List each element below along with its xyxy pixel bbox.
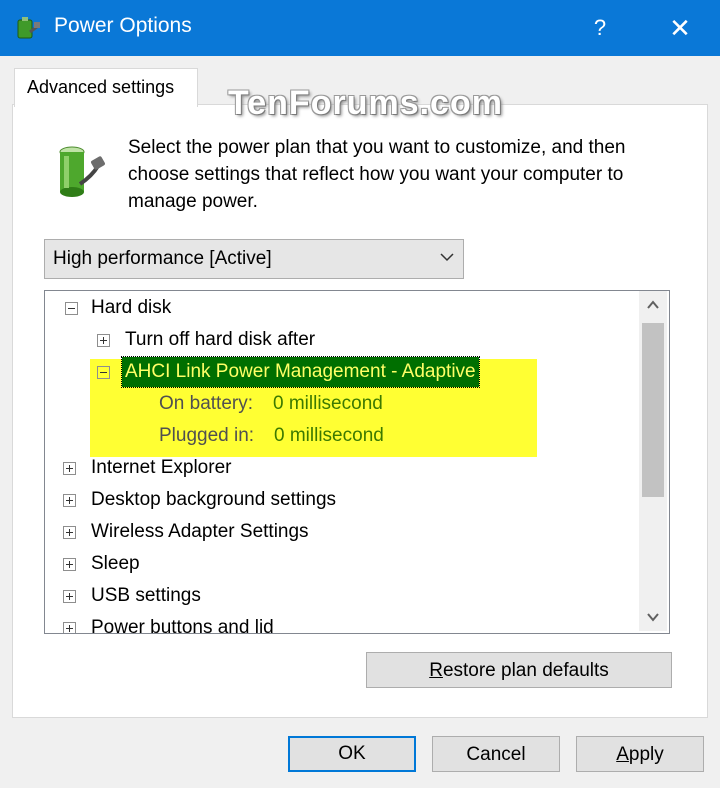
collapse-icon[interactable] <box>97 366 110 379</box>
tree-item-usb-settings[interactable]: USB settings <box>45 581 635 611</box>
restore-plan-defaults-button[interactable]: Restore plan defaults <box>366 652 672 688</box>
expand-icon[interactable] <box>97 334 110 347</box>
tree-item-wireless-adapter[interactable]: Wireless Adapter Settings <box>45 517 635 547</box>
vertical-scrollbar[interactable] <box>639 291 667 631</box>
tab-label: Advanced settings <box>27 77 175 97</box>
scrollbar-thumb[interactable] <box>642 323 664 497</box>
cancel-button[interactable]: Cancel <box>432 736 560 772</box>
settings-tree[interactable]: Hard disk Turn off hard disk after AHCI … <box>44 290 670 634</box>
chevron-down-icon <box>440 253 454 262</box>
power-options-icon <box>17 17 40 39</box>
expand-icon[interactable] <box>63 526 76 539</box>
expand-icon[interactable] <box>63 558 76 571</box>
window-title: Power Options <box>54 14 192 37</box>
tab-advanced-settings[interactable]: Advanced settings <box>14 68 198 107</box>
tree-item-power-buttons[interactable]: Power buttons and lid <box>45 613 635 633</box>
expand-icon[interactable] <box>63 622 76 633</box>
expand-icon[interactable] <box>63 494 76 507</box>
tree-item-hard-disk[interactable]: Hard disk <box>45 293 635 323</box>
power-plan-select[interactable]: High performance [Active] <box>44 239 464 279</box>
scroll-down-arrow-icon[interactable] <box>639 603 667 631</box>
power-plan-value: High performance [Active] <box>53 248 272 269</box>
plugged-in-value[interactable]: 0 millisecond <box>274 421 384 451</box>
expand-icon[interactable] <box>63 462 76 475</box>
tree-item-internet-explorer[interactable]: Internet Explorer <box>45 453 635 483</box>
on-battery-label: On battery: <box>159 393 253 414</box>
tree-item-desktop-background[interactable]: Desktop background settings <box>45 485 635 515</box>
collapse-icon[interactable] <box>65 302 78 315</box>
scroll-up-arrow-icon[interactable] <box>639 291 667 319</box>
on-battery-value[interactable]: 0 millisecond <box>273 389 383 419</box>
expand-icon[interactable] <box>63 590 76 603</box>
tree-item-plugged-in[interactable]: Plugged in: 0 millisecond <box>45 421 635 451</box>
apply-button[interactable]: Apply <box>576 736 704 772</box>
plugged-in-label: Plugged in: <box>159 425 255 446</box>
tree-item-on-battery[interactable]: On battery: 0 millisecond <box>45 389 635 419</box>
intro-text: Select the power plan that you want to c… <box>128 137 626 212</box>
tree-item-turn-off-hard-disk[interactable]: Turn off hard disk after <box>45 325 635 355</box>
tree-item-sleep[interactable]: Sleep <box>45 549 635 579</box>
watermark: TenForums.com <box>228 84 503 122</box>
help-button[interactable]: ? <box>580 0 620 56</box>
title-bar: Power Options ? ✕ <box>0 0 720 56</box>
ok-button[interactable]: OK <box>288 736 416 772</box>
tree-item-ahci-link-power[interactable]: AHCI Link Power Management - Adaptive <box>45 356 635 388</box>
battery-plug-icon <box>59 146 105 197</box>
close-button[interactable]: ✕ <box>660 0 700 56</box>
